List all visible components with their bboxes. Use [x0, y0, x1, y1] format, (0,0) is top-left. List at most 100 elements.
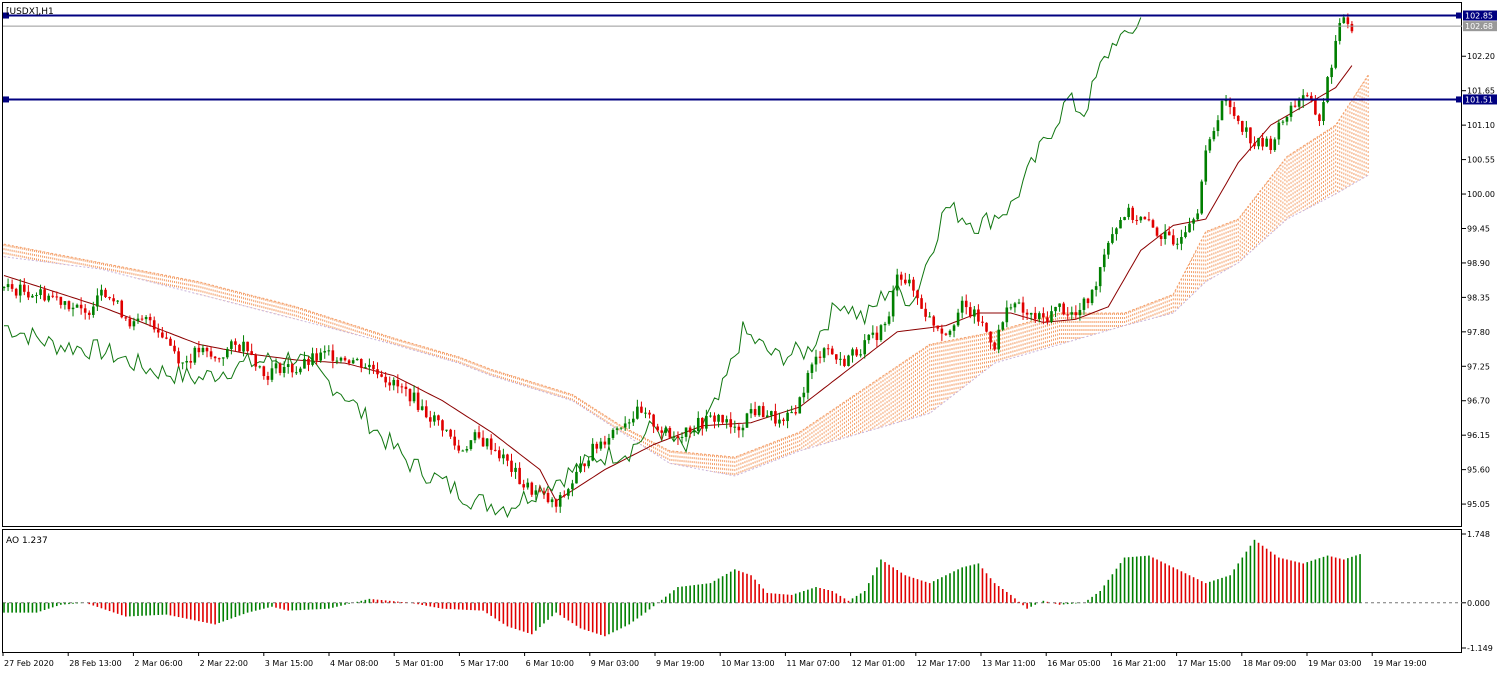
time-axis: 27 Feb 2020 28 Feb 13:00 2 Mar 06:00 2 Mar … [2, 652, 1427, 668]
candle-bull [526, 482, 530, 488]
candle-bear [498, 450, 501, 459]
candle-bear [169, 338, 172, 346]
candle-bull [1322, 102, 1325, 121]
candle-bull [226, 348, 229, 358]
candle-bull [798, 397, 802, 414]
candle-bull [741, 427, 745, 431]
candle-bull [1220, 100, 1224, 121]
candle-bear [1021, 302, 1025, 313]
candle-bull [749, 409, 753, 414]
candle-bear [437, 415, 440, 421]
candle-bull [960, 300, 964, 313]
candle-bull [2, 287, 6, 289]
candle-bear [152, 320, 156, 330]
candle-bear [481, 437, 485, 447]
candle-bull [887, 316, 891, 324]
time-tick-label: 16 Mar 05:00 [1047, 659, 1100, 668]
candle-bull [579, 463, 582, 472]
candle-bear [830, 348, 834, 355]
candle-bear [518, 467, 521, 485]
candle-bull [891, 290, 895, 317]
hline-handle-left[interactable] [3, 96, 9, 103]
candle-bear [173, 345, 176, 352]
price-tick-label: 102.20 [1467, 52, 1495, 61]
candle-bear [489, 438, 493, 450]
candle-bull [1342, 17, 1346, 24]
candle-bull [132, 321, 136, 327]
candle-bull [632, 418, 635, 423]
hline-price-label: 101.51 [1465, 95, 1493, 104]
candle-bull [615, 428, 619, 430]
candle-bear [1293, 105, 1297, 107]
candle-bear [148, 316, 152, 321]
candle-bear [1236, 115, 1240, 121]
candle-bull [1208, 139, 1212, 151]
candle-bear [668, 427, 672, 438]
candle-bear [542, 491, 546, 493]
time-tick-label: 27 Feb 2020 [4, 659, 54, 668]
candle-bear [246, 341, 249, 352]
candle-bull [514, 467, 517, 472]
candle-bull [39, 289, 42, 296]
candle-bear [380, 374, 383, 377]
candle-bull [895, 274, 899, 291]
candle-bull [368, 364, 371, 368]
candle-bear [51, 295, 55, 297]
candle-bull [684, 427, 688, 437]
candle-bear [108, 297, 111, 299]
candle-bull [469, 440, 473, 449]
candle-bull [270, 368, 274, 380]
candle-bull [339, 357, 343, 361]
time-tick-label: 5 Mar 01:00 [395, 659, 443, 668]
candle-bear [595, 443, 599, 449]
candle-bear [1033, 312, 1037, 319]
time-tick-label: 19 Mar 03:00 [1308, 659, 1361, 668]
candle-bear [1147, 219, 1151, 221]
price-tick-label: 96.15 [1467, 431, 1490, 440]
time-tick-label: 5 Mar 17:00 [460, 659, 508, 668]
candle-bull [295, 372, 298, 374]
candle-bear [400, 386, 404, 388]
candle-bull [952, 325, 956, 331]
candle-bull [351, 360, 355, 364]
candle-bull [1090, 289, 1094, 304]
hline-handle-right[interactable] [1456, 12, 1462, 19]
candle-bear [729, 419, 733, 428]
candle-bear [416, 392, 420, 410]
candle-bear [205, 347, 209, 352]
candle-bear [993, 342, 996, 350]
candle-bull [636, 406, 639, 419]
candle-bear [238, 344, 241, 352]
candle-bear [1131, 207, 1134, 220]
current-price-label: 102.68 [1465, 22, 1493, 31]
candle-bear [818, 356, 822, 358]
candle-bull [790, 412, 793, 414]
candle-bear [477, 432, 481, 438]
candle-bull [1070, 312, 1074, 315]
candle-bear [794, 412, 797, 414]
candle-bear [1155, 227, 1159, 236]
candle-bear [676, 436, 680, 438]
candle-bull [1285, 116, 1289, 122]
candle-bear [493, 449, 497, 451]
candle-bull [627, 422, 631, 424]
candle-bull [311, 353, 314, 365]
candle-bull [1176, 243, 1179, 245]
candle-bear [1151, 220, 1155, 228]
candle-bull [193, 347, 197, 363]
candle-bear [140, 318, 144, 320]
candle-bull [1009, 307, 1013, 309]
candle-bull [534, 490, 538, 495]
time-tick-label: 3 Mar 15:00 [265, 659, 313, 668]
candle-bear [753, 409, 757, 416]
candle-bear [640, 406, 643, 413]
candle-bear [1305, 95, 1309, 97]
candle-bear [55, 296, 59, 298]
candle-bear [721, 414, 724, 423]
hline-handle-right[interactable] [1456, 96, 1462, 103]
candle-bull [35, 295, 38, 297]
candle-bull [1098, 267, 1102, 287]
candle-bear [522, 484, 525, 488]
candle-bull [502, 454, 505, 459]
candle-bull [611, 429, 615, 438]
